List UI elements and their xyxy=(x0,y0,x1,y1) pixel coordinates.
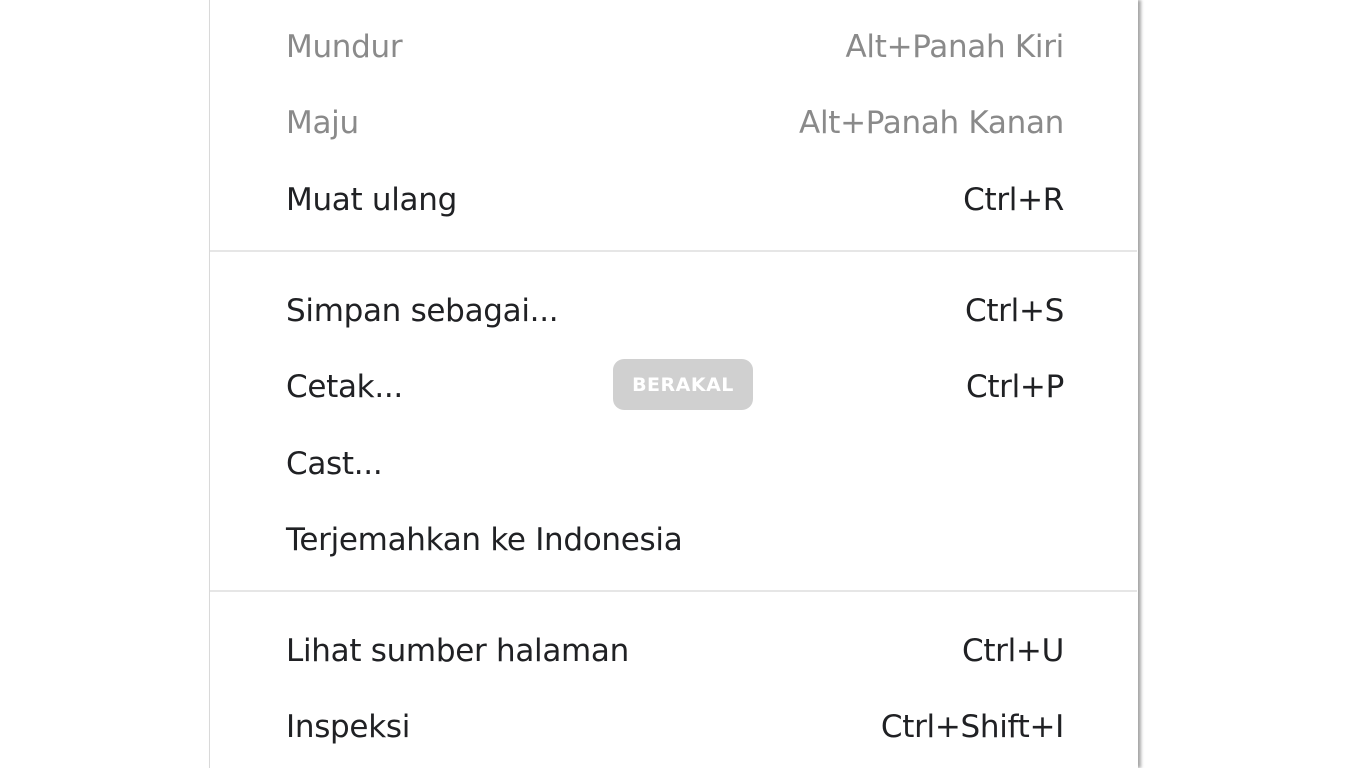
menu-separator xyxy=(210,250,1137,252)
menu-item-shortcut: Ctrl+R xyxy=(963,182,1064,218)
menu-item-save-as[interactable]: Simpan sebagai... Ctrl+S xyxy=(286,285,1064,337)
menu-item-shortcut: Ctrl+S xyxy=(964,293,1064,329)
menu-item-label: Maju xyxy=(286,105,359,141)
menu-item-translate[interactable]: Terjemahkan ke Indonesia xyxy=(286,514,1064,566)
watermark-text: BERAKAL xyxy=(632,373,734,396)
menu-separator xyxy=(210,590,1137,592)
menu-item-shortcut: Ctrl+P xyxy=(965,369,1064,405)
menu-item-label: Mundur xyxy=(286,29,403,65)
menu-item-shortcut: Alt+Panah Kanan xyxy=(799,105,1064,141)
menu-item-label: Simpan sebagai... xyxy=(286,293,559,329)
menu-item-inspect[interactable]: Inspeksi Ctrl+Shift+I xyxy=(286,701,1064,753)
menu-item-label: Cetak... xyxy=(286,369,403,405)
menu-item-label: Inspeksi xyxy=(286,709,411,745)
menu-item-label: Terjemahkan ke Indonesia xyxy=(286,522,683,558)
menu-item-label: Muat ulang xyxy=(286,182,457,218)
menu-item-label: Lihat sumber halaman xyxy=(286,633,629,669)
menu-item-view-source[interactable]: Lihat sumber halaman Ctrl+U xyxy=(286,625,1064,677)
menu-item-shortcut: Ctrl+U xyxy=(961,633,1064,669)
menu-item-shortcut: Alt+Panah Kiri xyxy=(845,29,1065,65)
menu-item-back[interactable]: Mundur Alt+Panah Kiri xyxy=(286,21,1064,73)
menu-item-cast[interactable]: Cast... xyxy=(286,438,1064,490)
watermark-logo: BERAKAL xyxy=(613,359,753,410)
menu-item-label: Cast... xyxy=(286,446,383,482)
menu-item-forward[interactable]: Maju Alt+Panah Kanan xyxy=(286,97,1064,149)
menu-item-shortcut: Ctrl+Shift+I xyxy=(880,709,1064,745)
menu-item-reload[interactable]: Muat ulang Ctrl+R xyxy=(286,174,1064,226)
